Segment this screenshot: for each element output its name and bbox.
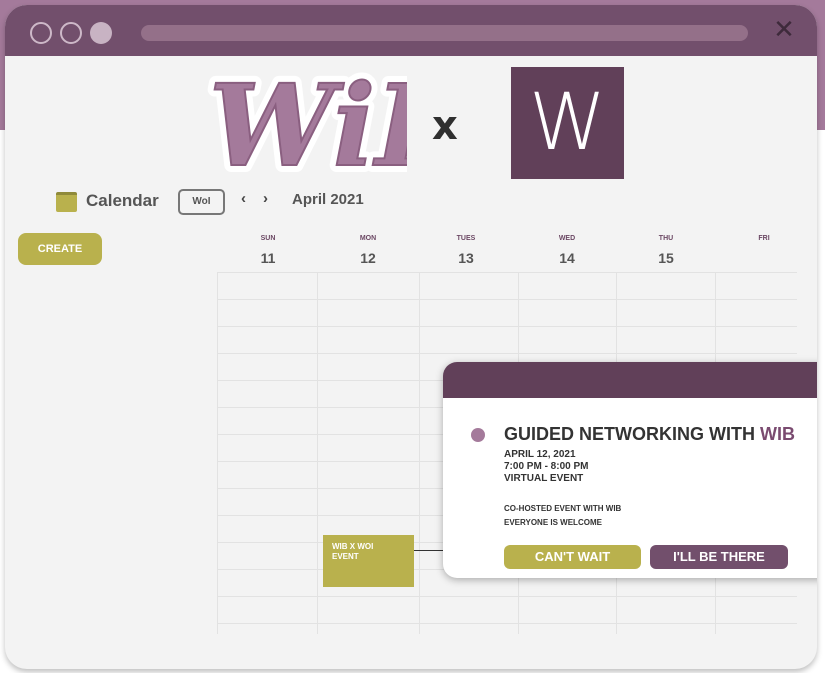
day-number-12[interactable]: 12 — [348, 250, 388, 266]
grid-line — [217, 353, 797, 354]
grid-line — [217, 272, 797, 273]
event-title-line: WIB X WOI — [332, 542, 374, 551]
wib-logo: WiB WiB — [202, 54, 407, 197]
grid-line — [217, 596, 797, 597]
event-title-main: GUIDED NETWORKING WITH — [504, 424, 760, 444]
event-note: EVERYONE IS WELCOME — [504, 518, 602, 527]
grid-line — [217, 272, 218, 634]
day-name-tues: TUES — [456, 235, 476, 242]
calendar-view-button[interactable]: WoI — [178, 189, 225, 215]
current-month: April 2021 — [292, 191, 364, 208]
collab-x: x — [432, 103, 458, 149]
ill-be-there-button[interactable]: I'LL BE THERE — [650, 545, 788, 569]
day-number-11[interactable]: 11 — [248, 250, 288, 266]
cant-wait-button[interactable]: CAN'T WAIT — [504, 545, 641, 569]
close-icon[interactable]: ✕ — [771, 17, 797, 43]
calendar-event[interactable]: WIB X WOI EVENT — [323, 535, 414, 587]
calendar-title: Calendar — [86, 191, 159, 210]
event-title-line: EVENT — [332, 552, 359, 561]
event-connector-line — [414, 550, 444, 551]
day-number-13[interactable]: 13 — [446, 250, 486, 266]
browser-window: ✕ WiB WiB x W Calendar WoI ‹ › April 202… — [5, 5, 817, 669]
event-details-popup: GUIDED NETWORKING WITH WIB APRIL 12, 202… — [443, 362, 817, 578]
grid-line — [217, 623, 797, 624]
popup-header — [443, 362, 817, 398]
event-note: CO-HOSTED EVENT WITH WIB — [504, 504, 622, 513]
event-location: VIRTUAL EVENT — [504, 473, 584, 484]
woi-logo: W — [511, 67, 624, 179]
calendar-icon — [56, 192, 77, 212]
day-name-sun: SUN — [260, 235, 276, 242]
day-name-mon: MON — [359, 235, 377, 242]
title-bar: ✕ — [5, 5, 817, 56]
grid-line — [317, 272, 318, 634]
create-button[interactable]: CREATE — [18, 233, 102, 265]
window-control-circle[interactable] — [90, 22, 112, 44]
window-control-circle[interactable] — [60, 22, 82, 44]
grid-line — [419, 272, 420, 634]
event-title-accent: WIB — [759, 424, 795, 444]
day-name-fri: FRI — [758, 235, 770, 242]
grid-line — [217, 326, 797, 327]
event-title: GUIDED NETWORKING WITH WIB — [504, 424, 795, 445]
address-bar[interactable] — [141, 25, 748, 41]
day-name-wed: WED — [558, 235, 576, 242]
event-date: APRIL 12, 2021 — [504, 449, 576, 460]
window-control-circle[interactable] — [30, 22, 52, 44]
chevron-right-icon[interactable]: › — [263, 190, 268, 207]
grid-line — [217, 299, 797, 300]
chevron-left-icon[interactable]: ‹ — [241, 190, 246, 207]
wib-logo-text: WiB — [209, 61, 407, 192]
event-time: 7:00 PM - 8:00 PM — [504, 461, 589, 472]
day-name-thu: THU — [658, 235, 674, 242]
event-color-dot — [471, 428, 485, 442]
day-number-14[interactable]: 14 — [547, 250, 587, 266]
day-number-15[interactable]: 15 — [646, 250, 686, 266]
